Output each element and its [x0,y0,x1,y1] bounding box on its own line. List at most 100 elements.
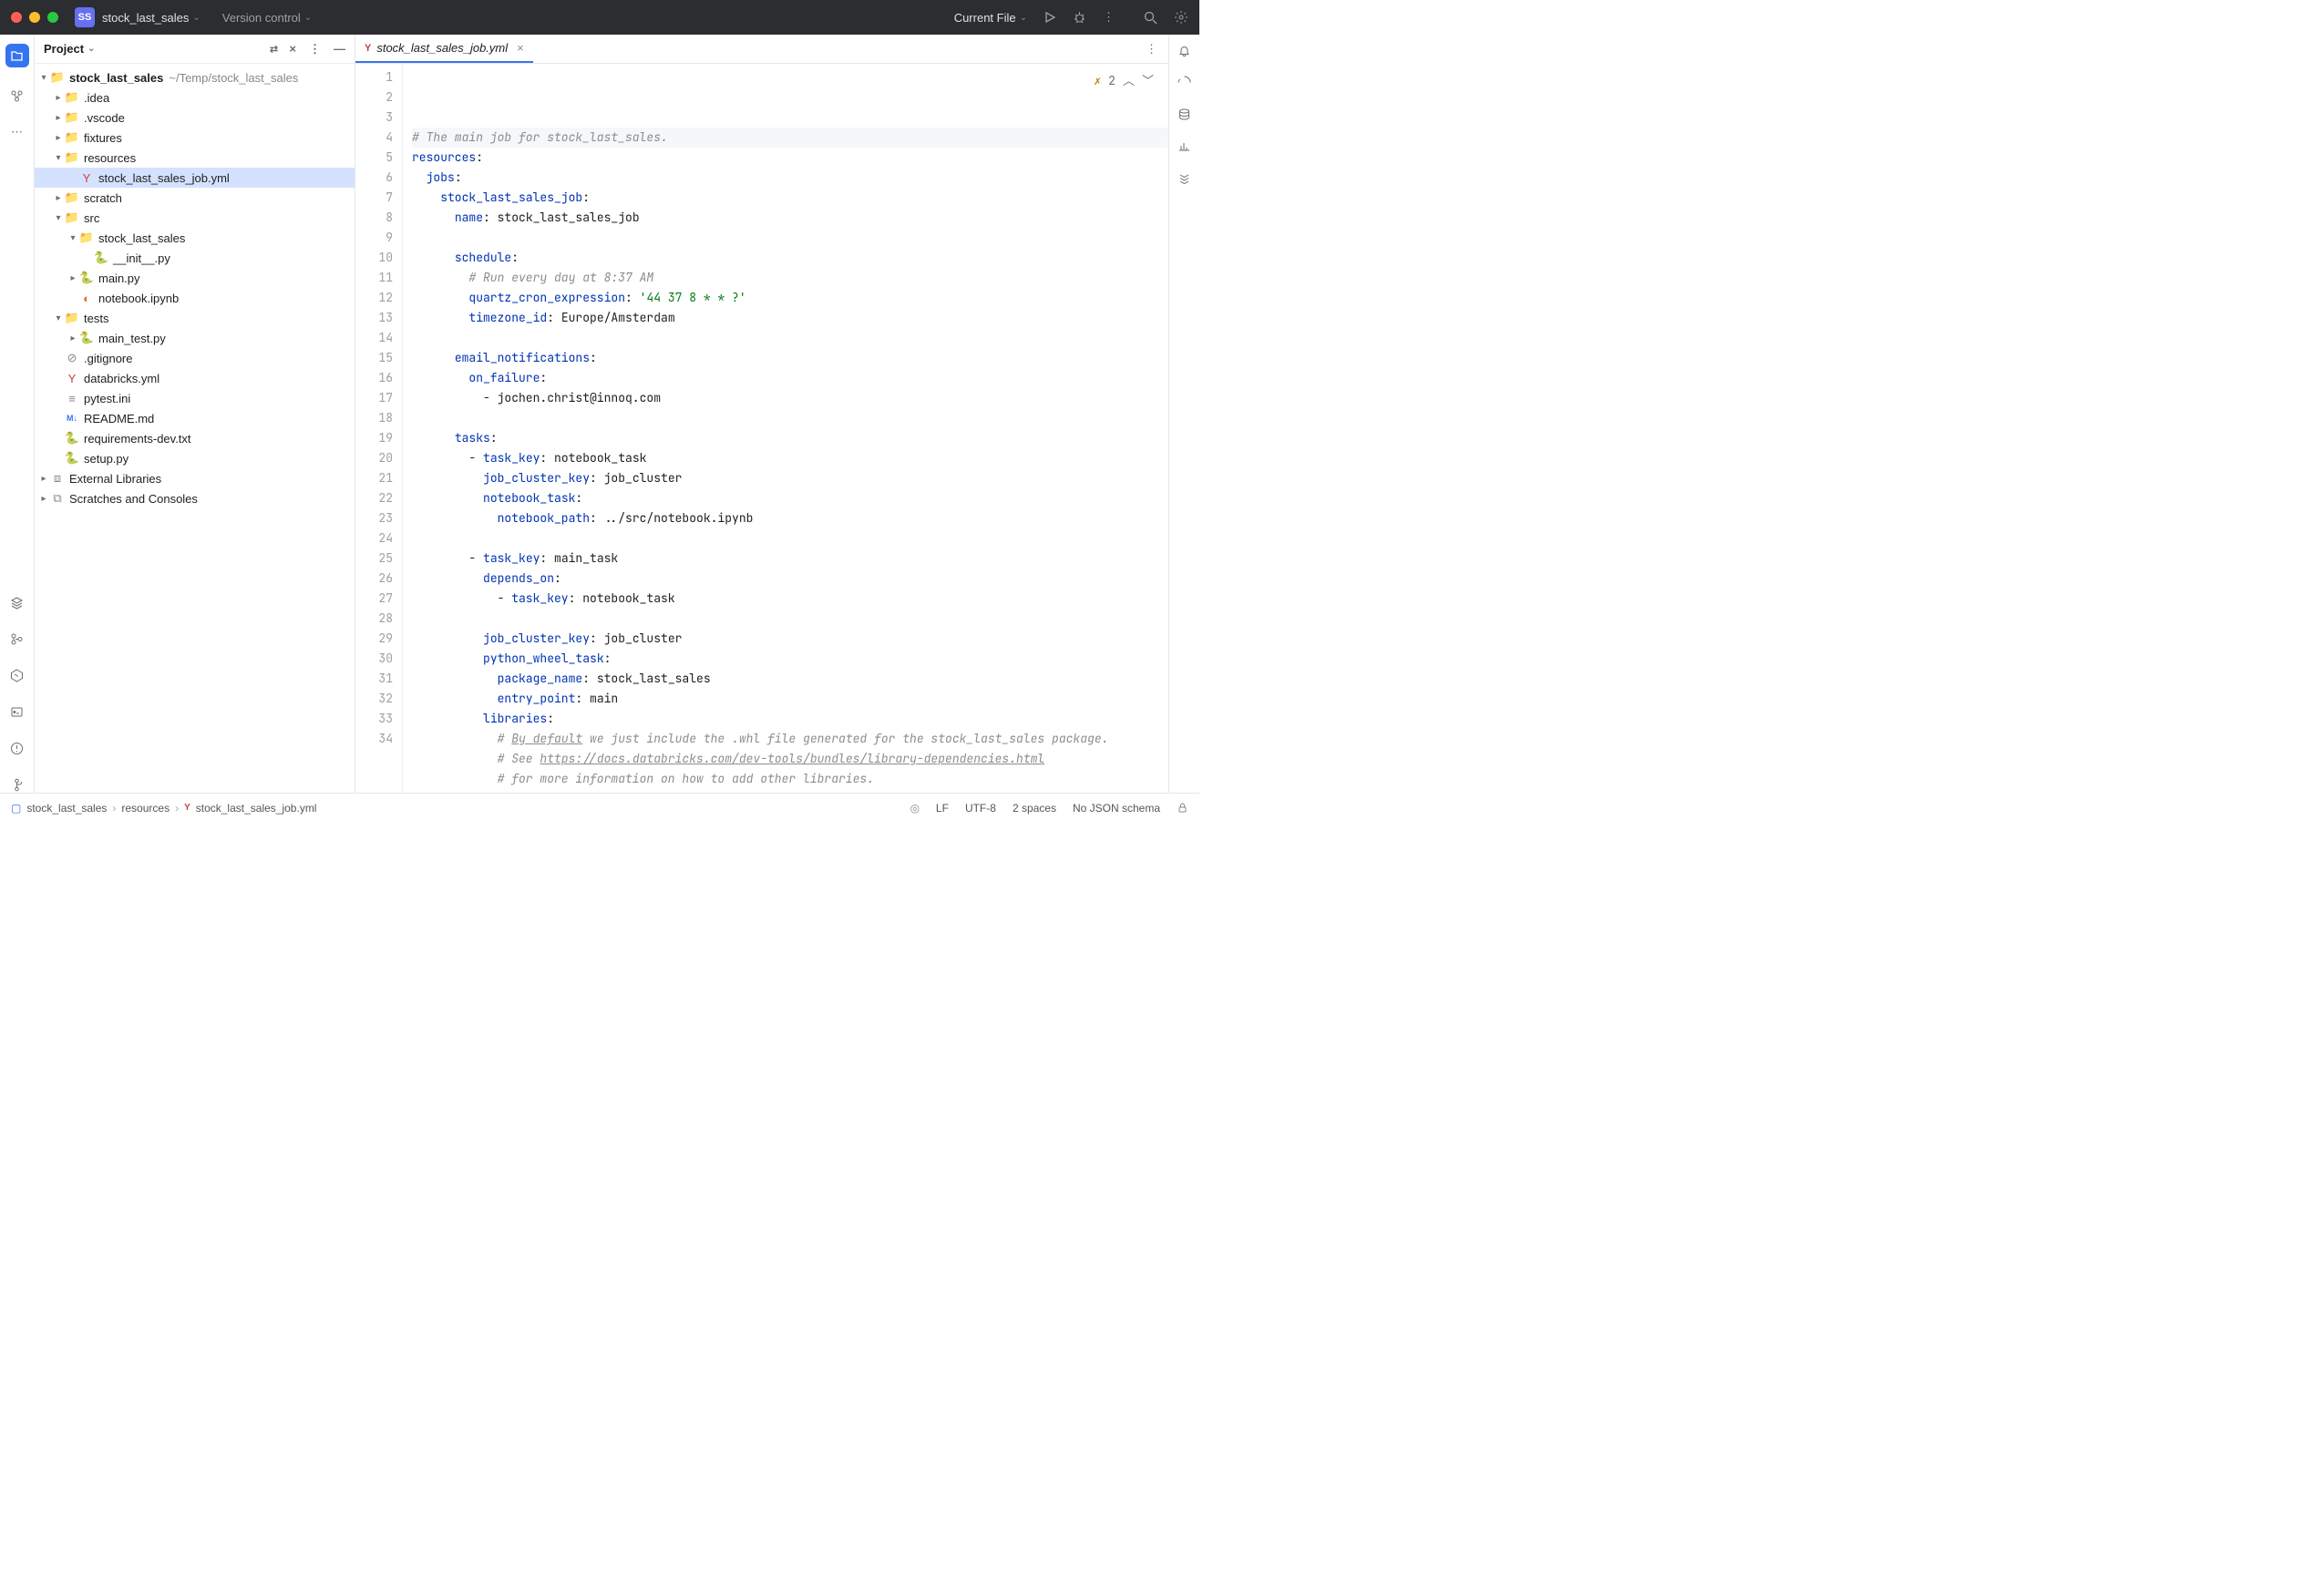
version-control-menu[interactable]: Version control ⌄ [222,11,312,25]
problems-tool-button[interactable] [9,740,26,756]
line-gutter: 1234567891011121314151617181920212223242… [355,64,403,793]
close-window-button[interactable] [11,12,22,23]
run-config-selector[interactable]: Current File ⌄ [954,11,1027,25]
terminal-tool-button[interactable] [9,703,26,720]
maximize-window-button[interactable] [47,12,58,23]
project-tool-button[interactable] [5,44,29,67]
tree-folder-vscode[interactable]: ▸📁.vscode [35,108,355,128]
tree-file-main-test[interactable]: ▸🐍main_test.py [35,328,355,348]
tree-folder-fixtures[interactable]: ▸📁fixtures [35,128,355,148]
titlebar: SS stock_last_sales ⌄ Version control ⌄ … [0,0,1199,35]
window-controls [11,12,58,23]
tab-label: stock_last_sales_job.yml [376,41,508,55]
status-aim-icon[interactable]: ◎ [910,802,919,815]
project-tree[interactable]: ▾📁stock_last_sales ~/Temp/stock_last_sale… [35,64,355,793]
services-tool-button[interactable] [9,667,26,683]
inspection-widget[interactable]: ✗ 2 ︿ ﹀ [1090,69,1157,93]
crumb-separator: › [112,802,116,815]
hide-panel-icon[interactable]: — [334,42,345,56]
tree-folder-scratch[interactable]: ▸📁scratch [35,188,355,208]
crumb-separator: › [175,802,179,815]
structure-tool-button[interactable] [9,87,26,104]
sciview-tool-icon[interactable] [1177,139,1191,153]
project-panel-title: Project [44,42,84,56]
status-indent[interactable]: 2 spaces [1013,802,1056,815]
tree-file-job-yml[interactable]: Ystock_last_sales_job.yml [35,168,355,188]
project-selector[interactable]: stock_last_sales ⌄ [102,11,201,25]
tree-file-notebook[interactable]: ◐notebook.ipynb [35,288,355,308]
more-tool-button[interactable]: ⋯ [9,124,26,140]
chevron-down-icon: ⌄ [87,44,95,54]
tree-folder-idea[interactable]: ▸📁.idea [35,87,355,108]
chevron-down-icon: ⌄ [304,13,312,23]
tree-file-reqs[interactable]: 🐍requirements-dev.txt [35,428,355,448]
more-icon[interactable]: ⋮ [1103,10,1115,25]
notifications-icon[interactable] [1177,44,1191,57]
tree-folder-src[interactable]: ▾📁src [35,208,355,228]
next-highlight-icon[interactable]: ﹀ [1142,71,1154,91]
project-panel-header: Project ⌄ ⇅ × ⋮ — [35,35,355,64]
inspection-count: 2 [1108,71,1116,91]
collapse-icon[interactable]: × [289,42,296,56]
tree-file-gitignore[interactable]: ⊘.gitignore [35,348,355,368]
code-content[interactable]: ✗ 2 ︿ ﹀ # The main job for stock_last_sa… [403,64,1168,793]
tree-file-databricks[interactable]: Ydatabricks.yml [35,368,355,388]
root-path: ~/Temp/stock_last_sales [169,71,298,85]
editor-tabs: Y stock_last_sales_job.yml × ⋮ [355,35,1168,64]
tree-file-main[interactable]: ▸🐍main.py [35,268,355,288]
tree-file-setup[interactable]: 🐍setup.py [35,448,355,468]
search-icon[interactable] [1144,11,1157,25]
crumb-dir[interactable]: resources [121,802,170,815]
project-view-selector[interactable]: Project ⌄ [44,42,95,56]
tree-external-libraries[interactable]: ▸⧈External Libraries [35,468,355,488]
ai-assistant-icon[interactable] [1177,76,1191,89]
prev-highlight-icon[interactable]: ︿ [1123,71,1135,91]
databricks-tool-icon[interactable] [1177,171,1191,185]
project-panel: Project ⌄ ⇅ × ⋮ — ▾📁stock_last_sales ~/Te… [35,35,355,793]
version-control-label: Version control [222,11,301,25]
tab-options-icon[interactable]: ⋮ [1146,42,1157,56]
vcs-tool-button[interactable] [9,630,26,647]
tree-scratches[interactable]: ▸⧉Scratches and Consoles [35,488,355,508]
editor-area: Y stock_last_sales_job.yml × ⋮ 123456789… [355,35,1168,793]
crumb-file[interactable]: stock_last_sales_job.yml [196,802,317,815]
select-opened-file-icon[interactable]: ⇅ [265,45,280,53]
settings-icon[interactable] [1174,10,1188,25]
close-tab-icon[interactable]: × [517,41,524,55]
database-tool-icon[interactable] [1177,108,1191,121]
yaml-file-icon: Y [184,803,190,813]
crumb-root[interactable]: stock_last_sales [26,802,107,815]
yaml-file-icon: Y [365,43,371,54]
module-icon: ▢ [11,802,21,815]
tree-file-init[interactable]: 🐍__init__.py [35,248,355,268]
status-schema[interactable]: No JSON schema [1073,802,1160,815]
status-line-sep[interactable]: LF [936,802,949,815]
run-icon[interactable] [1044,11,1056,24]
chevron-down-icon: ⌄ [1020,13,1027,23]
status-encoding[interactable]: UTF-8 [965,802,996,815]
project-name: stock_last_sales [102,11,189,25]
left-tool-rail: ⋯ [0,35,35,793]
warning-icon: ✗ [1094,71,1101,91]
tree-folder-tests[interactable]: ▾📁tests [35,308,355,328]
project-badge: SS [75,7,95,27]
tree-folder-pkg[interactable]: ▾📁stock_last_sales [35,228,355,248]
status-lock-icon[interactable] [1177,802,1188,814]
tree-file-pytest[interactable]: ≡pytest.ini [35,388,355,408]
git-tool-button[interactable] [9,776,26,793]
run-config-label: Current File [954,11,1016,25]
editor-tab-active[interactable]: Y stock_last_sales_job.yml × [355,35,533,63]
panel-options-icon[interactable]: ⋮ [309,42,321,56]
chevron-down-icon: ⌄ [192,13,200,23]
layers-tool-button[interactable] [9,594,26,610]
root-name: stock_last_sales [69,71,163,85]
code-editor[interactable]: 1234567891011121314151617181920212223242… [355,64,1168,793]
tree-folder-resources[interactable]: ▾📁resources [35,148,355,168]
right-tool-rail [1168,35,1199,793]
debug-icon[interactable] [1073,11,1086,25]
tree-root[interactable]: ▾📁stock_last_sales~/Temp/stock_last_sale… [35,67,355,87]
breadcrumbs[interactable]: ▢ stock_last_sales › resources › Y stock… [11,802,316,815]
minimize-window-button[interactable] [29,12,40,23]
tree-file-readme[interactable]: M↓README.md [35,408,355,428]
status-bar: ▢ stock_last_sales › resources › Y stock… [0,793,1199,822]
